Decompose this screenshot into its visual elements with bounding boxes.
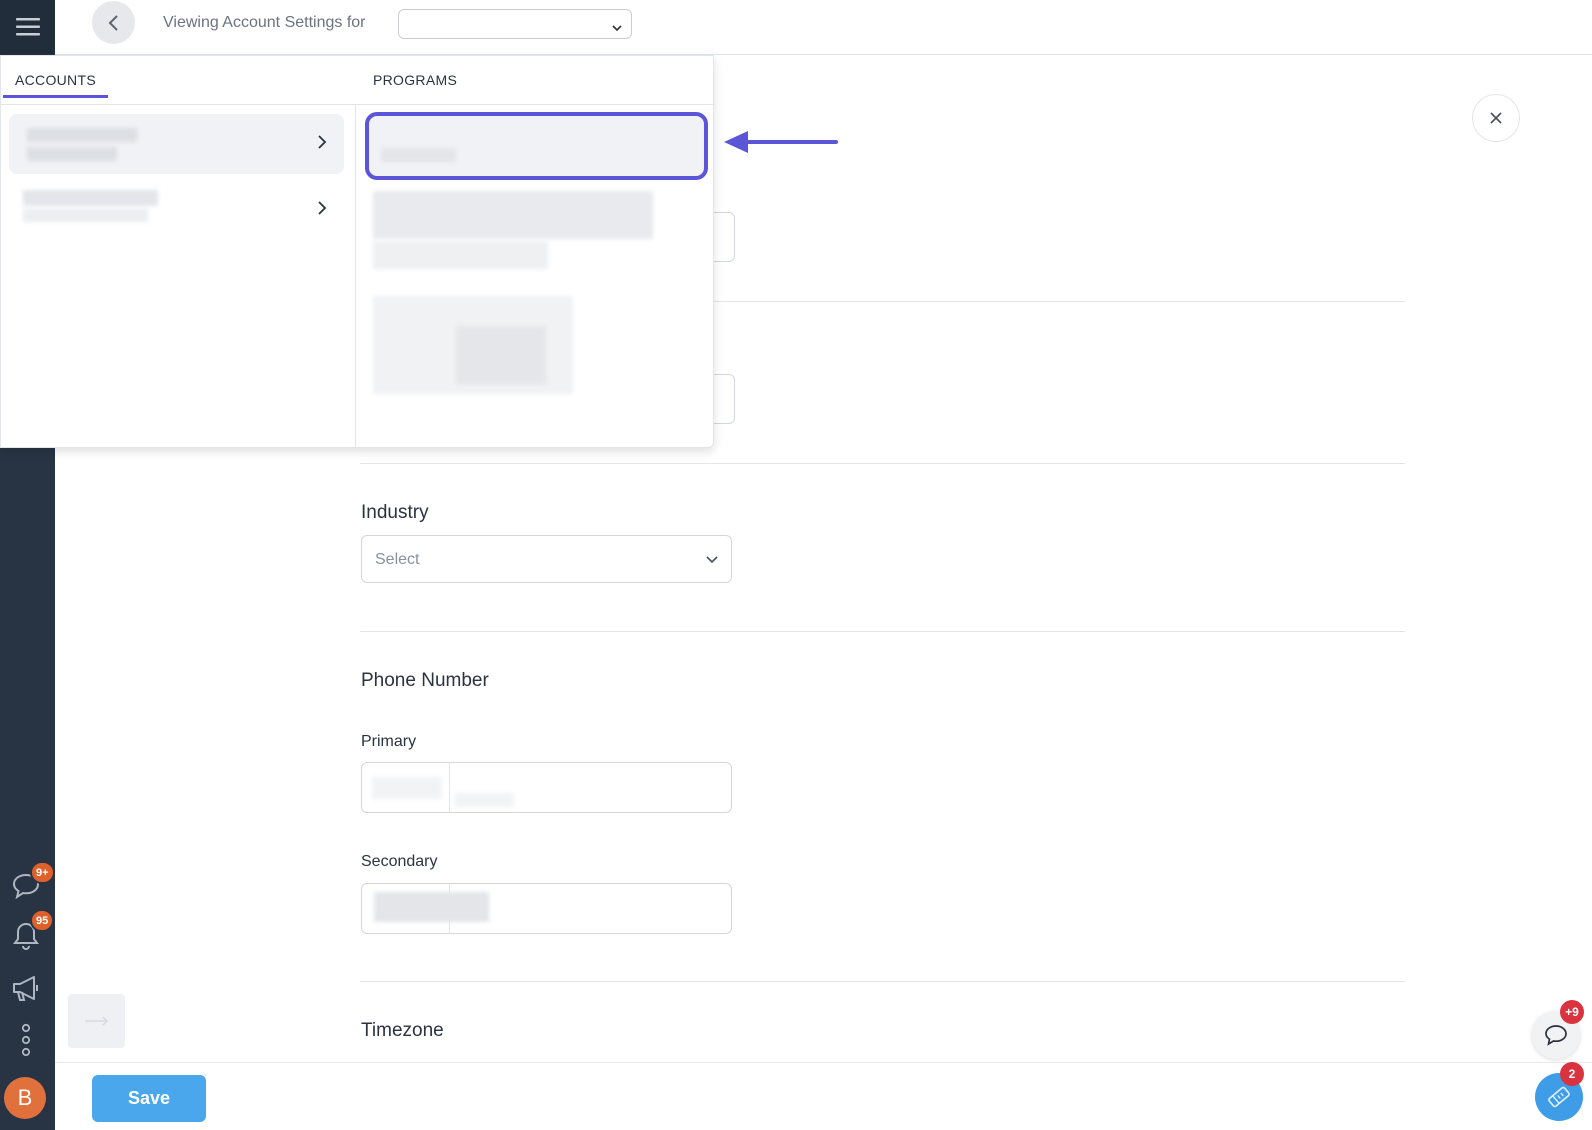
phone-number-label: Phone Number <box>361 670 489 691</box>
redacted-number <box>374 892 489 922</box>
redacted-program-item <box>456 326 546 384</box>
programs-header: PROGRAMS <box>373 72 458 88</box>
secondary-phone-label: Secondary <box>361 853 438 870</box>
chevron-down-icon <box>612 25 622 32</box>
chevron-right-icon <box>318 135 327 149</box>
close-icon <box>1490 112 1502 124</box>
industry-placeholder: Select <box>375 551 420 568</box>
account-item[interactable] <box>9 114 344 174</box>
redacted-account-detail <box>23 208 148 222</box>
account-select[interactable] <box>398 9 632 39</box>
notifications-badge: 95 <box>30 909 55 932</box>
primary-phone-input[interactable] <box>361 762 732 813</box>
top-bar: Viewing Account Settings for <box>55 0 1592 55</box>
program-item-selected[interactable] <box>365 112 708 180</box>
divider <box>360 631 1405 632</box>
account-item[interactable] <box>9 180 344 240</box>
chat-bubble-icon <box>1545 1025 1567 1046</box>
industry-select[interactable]: Select <box>361 535 732 583</box>
arrow-right-icon <box>84 1016 108 1026</box>
megaphone-icon[interactable] <box>6 968 46 1008</box>
redacted-number <box>454 793 514 807</box>
account-program-dropdown: ACCOUNTS PROGRAMS <box>0 55 715 449</box>
input-divider <box>449 884 450 933</box>
tab-accounts[interactable]: ACCOUNTS <box>15 72 96 88</box>
chat-badge: 9+ <box>30 861 55 884</box>
hamburger-menu-icon[interactable] <box>0 0 55 54</box>
ticket-icon <box>1548 1086 1570 1108</box>
callout-arrow-icon <box>724 131 838 153</box>
redacted-program-name <box>381 148 456 162</box>
collapse-sidebar-button[interactable] <box>68 994 125 1048</box>
floating-chat-badge: +9 <box>1560 1000 1584 1024</box>
accounts-tab-underline <box>3 95 108 98</box>
tickets-badge: 2 <box>1560 1062 1584 1086</box>
redacted-account-detail <box>27 147 117 161</box>
save-button[interactable]: Save <box>92 1075 206 1122</box>
bottom-action-bar <box>55 1062 1592 1130</box>
user-avatar[interactable]: B <box>4 1077 46 1119</box>
timezone-label: Timezone <box>361 1020 444 1041</box>
header-divider <box>1 104 715 105</box>
redacted-program-item[interactable] <box>373 241 548 269</box>
redacted-program-item[interactable] <box>373 191 653 239</box>
secondary-phone-input[interactable] <box>361 883 732 934</box>
redacted-country-code <box>372 777 442 799</box>
industry-label: Industry <box>361 502 429 523</box>
column-divider <box>355 105 356 449</box>
divider <box>360 463 1405 464</box>
more-options-icon[interactable] <box>6 1020 46 1060</box>
back-button[interactable] <box>92 1 135 44</box>
input-divider <box>449 763 450 812</box>
redacted-account-name <box>23 190 158 206</box>
chevron-left-icon <box>108 14 118 31</box>
chevron-right-icon <box>318 201 327 215</box>
divider <box>360 981 1405 982</box>
redacted-account-name <box>27 128 137 142</box>
chevron-down-icon <box>706 556 718 564</box>
primary-phone-label: Primary <box>361 733 417 750</box>
viewing-account-label: Viewing Account Settings for <box>163 14 366 31</box>
close-button[interactable] <box>1472 94 1520 142</box>
